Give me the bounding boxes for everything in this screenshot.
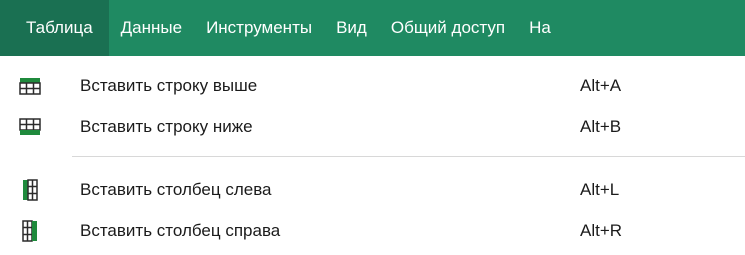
menu-item-label: Вставить строку ниже bbox=[80, 117, 253, 136]
menu-insert-truncated[interactable]: На bbox=[517, 0, 563, 56]
menu-item-insert-column-left[interactable]: Вставить столбец слева Alt+L bbox=[0, 170, 745, 210]
menu-item-insert-row-above[interactable]: Вставить строку выше Alt+A bbox=[0, 66, 745, 106]
menu-view[interactable]: Вид bbox=[324, 0, 379, 56]
table-dropdown-menu: Вставить строку выше Alt+A Вставить стро… bbox=[0, 56, 745, 255]
menu-bar: Таблица Данные Инструменты Вид Общий дос… bbox=[0, 0, 745, 56]
menu-item-label: Вставить столбец слева bbox=[80, 180, 272, 199]
shortcut-text: Alt+A bbox=[580, 76, 622, 95]
menu-item-label: Вставить строку выше bbox=[80, 76, 258, 95]
menu-item-insert-column-right[interactable]: Вставить столбец справа Alt+R bbox=[0, 211, 745, 251]
insert-column-left-icon bbox=[18, 178, 42, 202]
shortcut-text: Alt+R bbox=[580, 221, 623, 240]
shortcut-text: Alt+L bbox=[580, 180, 620, 199]
insert-row-below-icon bbox=[18, 115, 42, 139]
app-window: Таблица Данные Инструменты Вид Общий дос… bbox=[0, 0, 745, 255]
insert-column-right-icon bbox=[18, 219, 42, 243]
insert-row-above-icon bbox=[18, 74, 42, 98]
menu-tools[interactable]: Инструменты bbox=[194, 0, 324, 56]
menu-divider bbox=[72, 156, 745, 157]
menu-item-label: Вставить столбец справа bbox=[80, 221, 281, 240]
menu-table[interactable]: Таблица bbox=[0, 0, 109, 56]
shortcut-text: Alt+B bbox=[580, 117, 622, 136]
menu-sharing[interactable]: Общий доступ bbox=[379, 0, 517, 56]
menu-item-insert-row-below[interactable]: Вставить строку ниже Alt+B bbox=[0, 107, 745, 147]
menu-data[interactable]: Данные bbox=[109, 0, 194, 56]
